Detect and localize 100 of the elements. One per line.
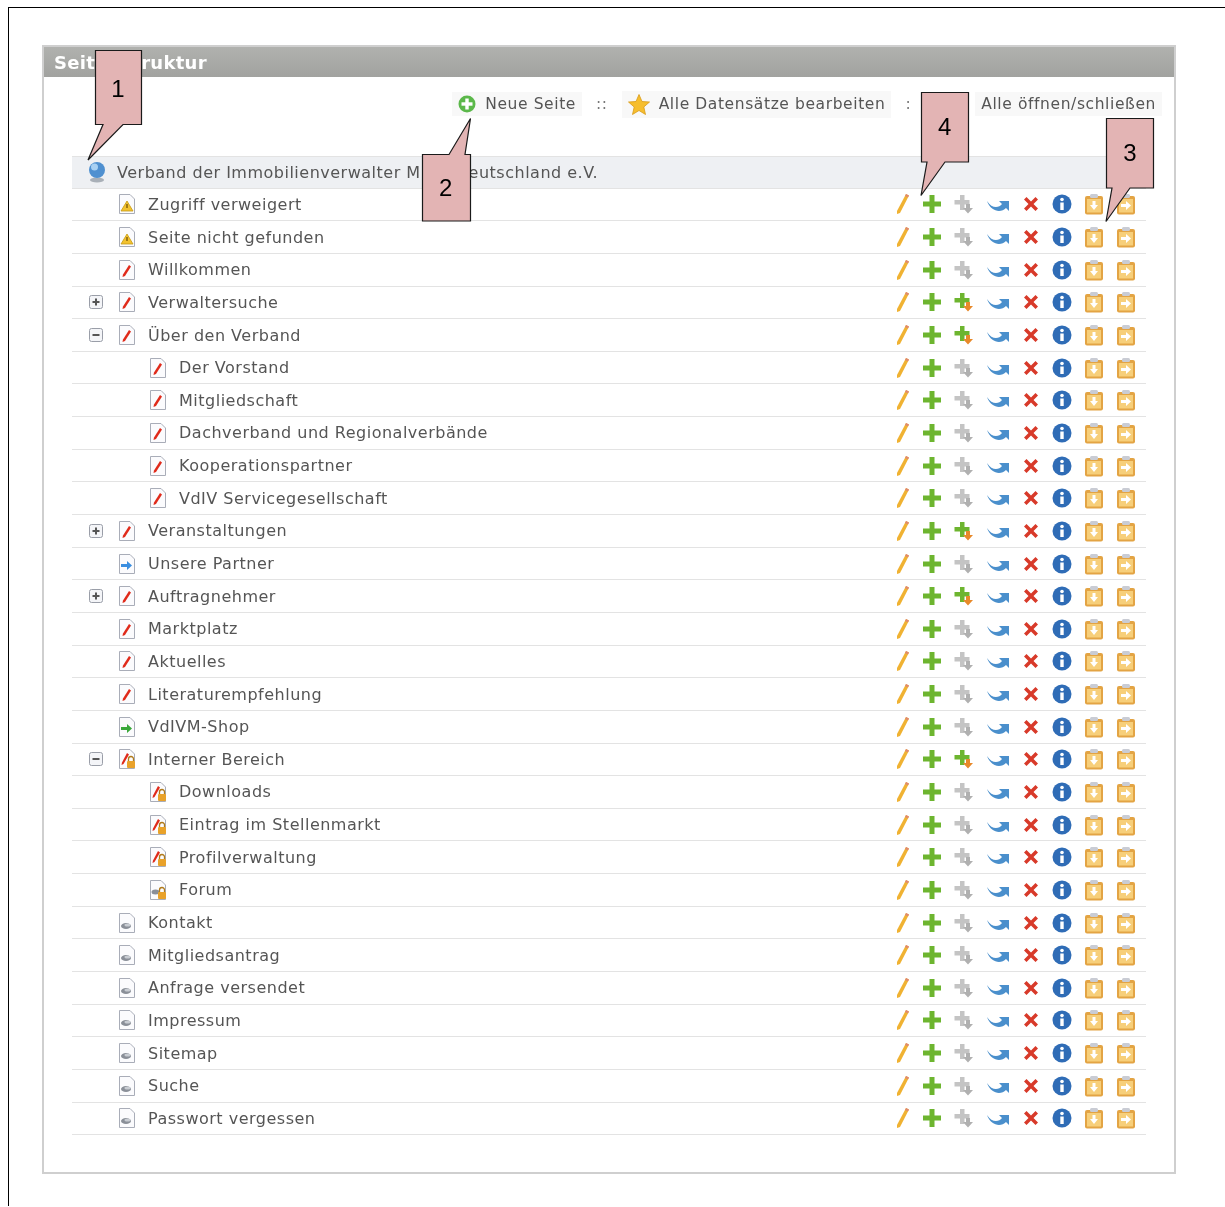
add-icon[interactable] <box>922 977 942 998</box>
edit-icon[interactable] <box>896 258 910 281</box>
plus-arrow-icon[interactable] <box>954 651 974 672</box>
edit-icon[interactable] <box>896 226 910 249</box>
clipboard-right-icon[interactable] <box>1116 683 1136 706</box>
clipboard-right-icon[interactable] <box>1116 846 1136 869</box>
page-link[interactable]: Passwort vergessen <box>148 1108 316 1128</box>
add-icon[interactable] <box>922 912 942 933</box>
plus-arrow-icon[interactable] <box>954 357 974 378</box>
clipboard-down-icon[interactable] <box>1084 1042 1104 1065</box>
plus-arrow-icon[interactable] <box>954 1075 974 1096</box>
edit-icon[interactable] <box>896 389 910 412</box>
info-icon[interactable] <box>1052 194 1072 215</box>
delete-icon[interactable] <box>1022 946 1040 965</box>
info-icon[interactable] <box>1052 651 1072 672</box>
delete-icon[interactable] <box>1022 1109 1040 1128</box>
expand-toggle[interactable] <box>89 589 103 604</box>
info-icon[interactable] <box>1052 1108 1072 1129</box>
plus-arrow-icon[interactable] <box>954 716 974 737</box>
clipboard-right-icon[interactable] <box>1116 487 1136 510</box>
plus-arrow-icon[interactable] <box>954 912 974 933</box>
page-link[interactable]: Unsere Partner <box>148 554 275 573</box>
clipboard-right-icon[interactable] <box>1116 617 1136 640</box>
info-icon[interactable] <box>1052 325 1072 345</box>
delete-icon[interactable] <box>1022 685 1040 704</box>
add-icon[interactable] <box>922 586 942 607</box>
edit-icon[interactable] <box>896 911 910 934</box>
page-link[interactable]: Veranstaltungen <box>148 521 288 541</box>
clipboard-right-icon[interactable] <box>1116 258 1136 281</box>
add-icon[interactable] <box>922 1108 942 1129</box>
delete-icon[interactable] <box>1022 1044 1040 1063</box>
page-link[interactable]: Impressum <box>148 1010 242 1030</box>
plus-arrow-icon[interactable] <box>954 814 974 835</box>
info-icon[interactable] <box>1052 1043 1072 1064</box>
add-icon[interactable] <box>922 520 942 541</box>
delete-icon[interactable] <box>1022 783 1040 801</box>
delete-icon[interactable] <box>1022 260 1040 279</box>
add-icon[interactable] <box>922 292 942 313</box>
add-icon[interactable] <box>922 194 942 215</box>
clipboard-down-icon[interactable] <box>1084 552 1104 575</box>
edit-icon[interactable] <box>896 846 910 869</box>
clipboard-down-icon[interactable] <box>1084 617 1104 640</box>
edit-icon[interactable] <box>896 193 910 216</box>
page-link[interactable]: Kooperationspartner <box>179 456 353 476</box>
delete-icon[interactable] <box>1022 619 1040 638</box>
add-icon[interactable] <box>922 357 942 378</box>
edit-all-link[interactable]: Alle Datensätze bearbeiten <box>621 90 892 118</box>
clipboard-down-icon[interactable] <box>1084 683 1104 706</box>
plus-arrow-icon[interactable] <box>954 847 974 868</box>
plus-arrow-icon[interactable] <box>954 520 974 541</box>
clipboard-down-icon[interactable] <box>1084 258 1104 281</box>
info-icon[interactable] <box>1052 455 1072 476</box>
add-icon[interactable] <box>922 259 942 280</box>
clipboard-right-icon[interactable] <box>1116 1009 1136 1032</box>
clipboard-down-icon[interactable] <box>1084 1107 1104 1130</box>
clipboard-right-icon[interactable] <box>1116 1107 1136 1130</box>
add-icon[interactable] <box>922 945 942 966</box>
clipboard-down-icon[interactable] <box>1084 944 1104 967</box>
plus-arrow-icon[interactable] <box>954 618 974 639</box>
delete-icon[interactable] <box>1022 978 1040 997</box>
add-icon[interactable] <box>922 1043 942 1064</box>
clipboard-down-icon[interactable] <box>1084 454 1104 477</box>
edit-icon[interactable] <box>896 585 910 608</box>
collapse-toggle[interactable] <box>89 752 103 767</box>
page-link[interactable]: Kontakt <box>148 913 213 933</box>
clipboard-right-icon[interactable] <box>1116 324 1136 346</box>
clipboard-right-icon[interactable] <box>1116 715 1136 738</box>
delete-icon[interactable] <box>1022 293 1040 312</box>
clipboard-right-icon[interactable] <box>1116 552 1136 575</box>
page-link[interactable]: Anfrage versendet <box>148 978 306 998</box>
clipboard-down-icon[interactable] <box>1084 976 1104 999</box>
add-icon[interactable] <box>922 879 942 900</box>
add-icon[interactable] <box>922 1010 942 1031</box>
delete-icon[interactable] <box>1022 489 1040 508</box>
edit-icon[interactable] <box>896 1074 910 1097</box>
plus-arrow-icon[interactable] <box>954 259 974 280</box>
plus-arrow-icon[interactable] <box>954 488 974 509</box>
add-icon[interactable] <box>922 684 942 705</box>
clipboard-down-icon[interactable] <box>1084 519 1104 542</box>
edit-icon[interactable] <box>896 617 910 640</box>
clipboard-down-icon[interactable] <box>1084 356 1104 379</box>
page-link[interactable]: Interner Bereich <box>148 749 286 769</box>
edit-icon[interactable] <box>896 1107 910 1130</box>
expand-toggle[interactable] <box>89 295 103 310</box>
clipboard-down-icon[interactable] <box>1084 911 1104 934</box>
info-icon[interactable] <box>1052 912 1072 933</box>
clipboard-right-icon[interactable] <box>1116 911 1136 934</box>
clipboard-right-icon[interactable] <box>1116 291 1136 314</box>
clipboard-down-icon[interactable] <box>1084 748 1104 771</box>
clipboard-down-icon[interactable] <box>1084 291 1104 314</box>
clipboard-down-icon[interactable] <box>1084 421 1104 444</box>
info-icon[interactable] <box>1052 749 1072 770</box>
site-link[interactable]: Verband der Immobilienverwalter M <box>117 162 421 182</box>
delete-icon[interactable] <box>1022 587 1040 606</box>
plus-arrow-icon[interactable] <box>954 879 974 900</box>
edit-icon[interactable] <box>896 291 910 314</box>
plus-arrow-icon[interactable] <box>954 1010 974 1031</box>
plus-arrow-icon[interactable] <box>954 422 974 443</box>
info-icon[interactable] <box>1052 422 1072 443</box>
edit-icon[interactable] <box>896 781 910 803</box>
